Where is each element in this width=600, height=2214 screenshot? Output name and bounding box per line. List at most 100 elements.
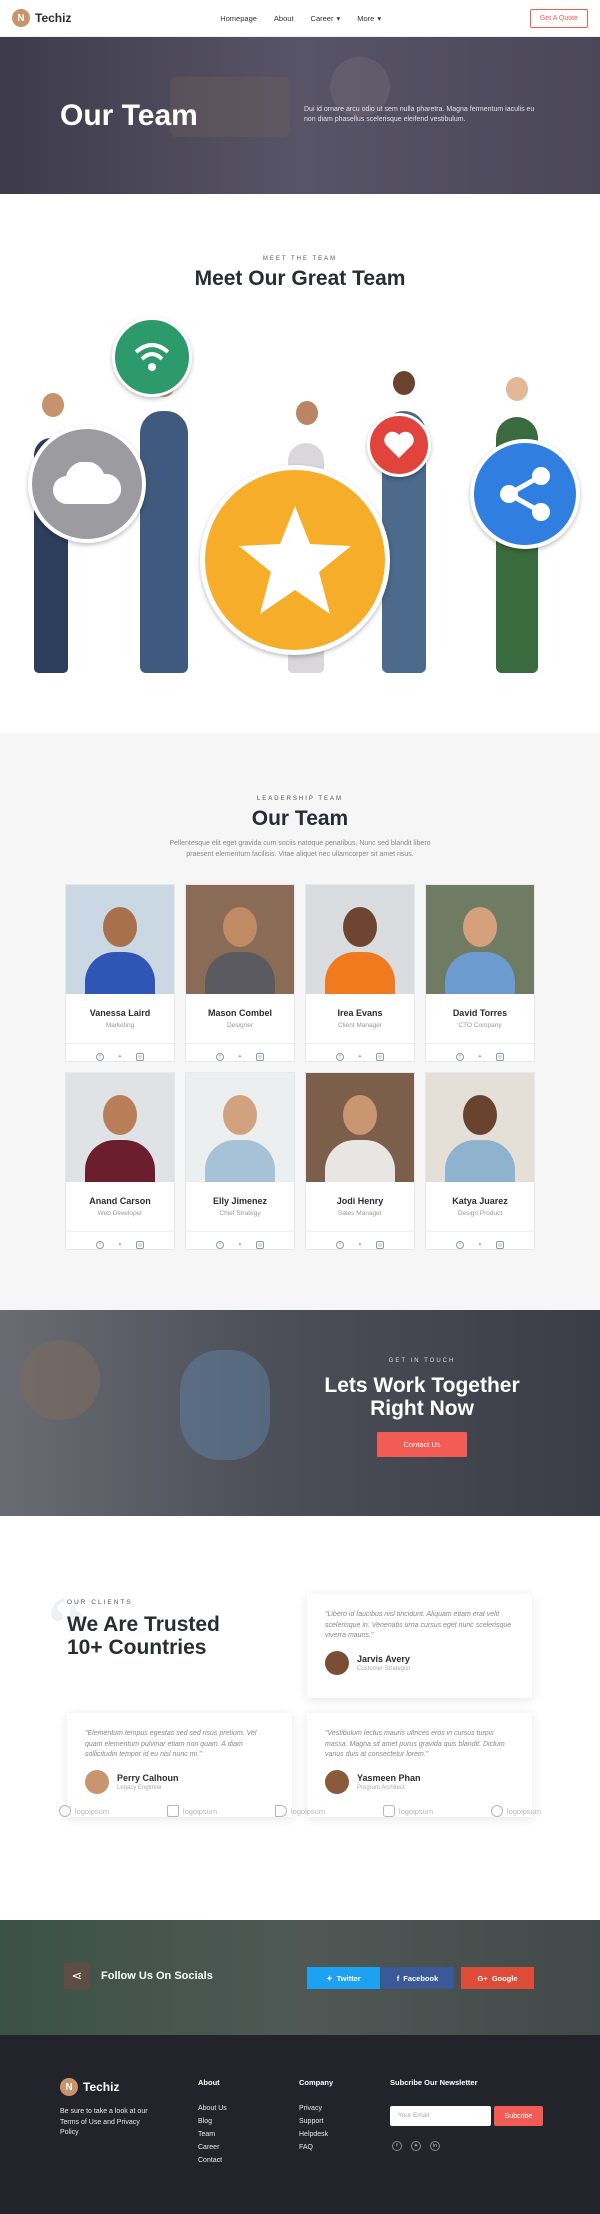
team-card[interactable]: Irea Evans Client Manager f ✦ ◎	[305, 884, 415, 1062]
twitter-icon[interactable]: ✦	[356, 1053, 364, 1061]
client-logo[interactable]: logoipsum	[490, 1805, 541, 1817]
footer-link-blog[interactable]: Blog	[198, 2118, 227, 2125]
member-name: Jodi Henry	[336, 1196, 384, 1206]
team-grid: Vanessa Laird Marketing f ✦ ◎ Mason Combel…	[0, 884, 600, 1250]
twitter-button[interactable]: ✦ Twitter	[307, 1967, 380, 1989]
instagram-icon[interactable]: ◎	[136, 1053, 144, 1061]
instagram-icon[interactable]: ◎	[256, 1053, 264, 1061]
footer: N Techiz Be sure to take a look at our T…	[0, 2035, 600, 2214]
footer-link-about-us[interactable]: About Us	[198, 2105, 227, 2112]
lead-description: Pellentesque elit eget gravida cum socii…	[169, 840, 431, 858]
main-menu: Homepage About Career ▾ More ▾	[220, 14, 381, 23]
team-card[interactable]: Jodi Henry Sales Manager f ✦ ◎	[305, 1072, 415, 1250]
facebook-icon[interactable]: f	[336, 1053, 344, 1061]
client-logo[interactable]: logoipsum	[58, 1805, 109, 1817]
get-quote-button[interactable]: Get A Quote	[529, 8, 588, 28]
instagram-icon[interactable]: ◎	[376, 1053, 384, 1061]
instagram-icon[interactable]: ◎	[256, 1241, 264, 1249]
facebook-icon[interactable]: f	[96, 1053, 104, 1061]
author-position: Program Architect	[357, 1784, 405, 1791]
client-logo[interactable]: logoipsum	[166, 1805, 217, 1817]
touch-kicker: GET IN TOUCH	[388, 1358, 456, 1364]
menu-item-about[interactable]: About	[274, 14, 294, 23]
footer-logo[interactable]: N Techiz	[60, 2078, 119, 2096]
instagram-icon[interactable]: ◎	[136, 1241, 144, 1249]
twitter-icon[interactable]: ✦	[236, 1241, 244, 1249]
twitter-icon[interactable]: ✦	[116, 1241, 124, 1249]
facebook-icon[interactable]: f	[336, 1241, 344, 1249]
twitter-icon: ✦	[326, 1973, 333, 1983]
member-role: Sales Manager	[338, 1210, 382, 1217]
twitter-icon[interactable]: ✦	[356, 1241, 364, 1249]
team-card[interactable]: Elly Jimenez Chief Strategy f ✦ ◎	[185, 1072, 295, 1250]
footer-link-privacy[interactable]: Privacy	[299, 2105, 333, 2112]
member-socials: f ✦ ◎	[306, 1043, 414, 1061]
logo-mark-icon	[166, 1805, 179, 1817]
member-photo	[426, 885, 534, 994]
twitter-icon[interactable]: ✦	[411, 2141, 421, 2151]
google-label: Google	[491, 1973, 518, 1983]
client-logo[interactable]: logoipsum	[274, 1805, 325, 1817]
google-button[interactable]: G+ Google	[461, 1967, 534, 1989]
menu-item-more[interactable]: More ▾	[357, 14, 381, 23]
team-card[interactable]: Mason Combel Designer f ✦ ◎	[185, 884, 295, 1062]
member-name: David Torres	[452, 1008, 508, 1018]
member-socials: f ✦ ◎	[306, 1231, 414, 1249]
member-role: CTO Company	[458, 1022, 502, 1029]
member-name: Katya Juarez	[452, 1196, 508, 1206]
chevron-down-icon: ▾	[377, 13, 382, 23]
subscribe-button[interactable]: Subcribe	[494, 2106, 543, 2126]
facebook-icon[interactable]: f	[216, 1241, 224, 1249]
menu-item-career[interactable]: Career ▾	[311, 14, 341, 23]
facebook-icon: f	[396, 1973, 400, 1983]
member-name: Elly Jimenez	[212, 1196, 268, 1206]
menu-item-homepage[interactable]: Homepage	[220, 14, 257, 23]
clients-title-line1: We Are Trusted	[67, 1613, 220, 1636]
footer-link-support[interactable]: Support	[299, 2118, 333, 2125]
member-socials: f ✦ ◎	[426, 1231, 534, 1249]
logo-mark-icon	[58, 1805, 71, 1817]
twitter-icon[interactable]: ✦	[116, 1053, 124, 1061]
facebook-icon[interactable]: f	[96, 1241, 104, 1249]
team-card[interactable]: Anand Carson Web Developer f ✦ ◎	[65, 1072, 175, 1250]
footer-link-helpdesk[interactable]: Helpdesk	[299, 2131, 333, 2138]
contact-us-button[interactable]: Contact Us	[377, 1432, 467, 1458]
follow-title: Follow Us On Socials	[101, 1970, 213, 1982]
footer-link-faq[interactable]: FAQ	[299, 2144, 333, 2151]
client-logo-text: logoipsum	[398, 1806, 434, 1816]
footer-link-contact[interactable]: Contact	[198, 2157, 227, 2164]
newsletter-email-input[interactable]: Your Email	[390, 2106, 491, 2126]
facebook-icon[interactable]: f	[392, 2141, 402, 2151]
clients-title: We Are Trusted 10+ Countries	[67, 1613, 220, 1659]
client-logo[interactable]: logoipsum	[382, 1805, 434, 1817]
get-in-touch-section: GET IN TOUCH Lets Work Together Right Now…	[0, 1310, 600, 1516]
member-role: Client Manager	[337, 1022, 383, 1029]
instagram-icon[interactable]: ◎	[496, 1053, 504, 1061]
team-card[interactable]: Vanessa Laird Marketing f ✦ ◎	[65, 884, 175, 1062]
person-head	[42, 393, 64, 417]
team-card[interactable]: David Torres CTO Company f ✦ ◎	[425, 884, 535, 1062]
twitter-icon[interactable]: ✦	[476, 1241, 484, 1249]
member-photo	[306, 885, 414, 994]
instagram-icon[interactable]: ◎	[376, 1241, 384, 1249]
team-illustration	[0, 303, 600, 703]
linkedin-icon[interactable]: in	[430, 2141, 440, 2151]
facebook-icon[interactable]: f	[456, 1053, 464, 1061]
facebook-icon[interactable]: f	[216, 1053, 224, 1061]
instagram-icon[interactable]: ◎	[496, 1241, 504, 1249]
team-card[interactable]: Katya Juarez Design Product f ✦ ◎	[425, 1072, 535, 1250]
page-hero: Our Team Dui id ornare arcu odio ut sem …	[0, 37, 600, 194]
avatar	[325, 1650, 349, 1675]
footer-link-team[interactable]: Team	[198, 2131, 227, 2138]
twitter-icon[interactable]: ✦	[236, 1053, 244, 1061]
wifi-icon	[112, 317, 192, 397]
member-name: Anand Carson	[89, 1196, 151, 1206]
brand-logo[interactable]: N Techiz	[12, 9, 71, 27]
member-role: Chief Strategy	[219, 1210, 261, 1217]
facebook-button[interactable]: f Facebook	[381, 1967, 454, 1989]
footer-link-career[interactable]: Career	[198, 2144, 227, 2151]
footer-brand: Techiz	[83, 2080, 120, 2094]
facebook-icon[interactable]: f	[456, 1241, 464, 1249]
member-socials: f ✦ ◎	[426, 1043, 534, 1061]
twitter-icon[interactable]: ✦	[476, 1053, 484, 1061]
